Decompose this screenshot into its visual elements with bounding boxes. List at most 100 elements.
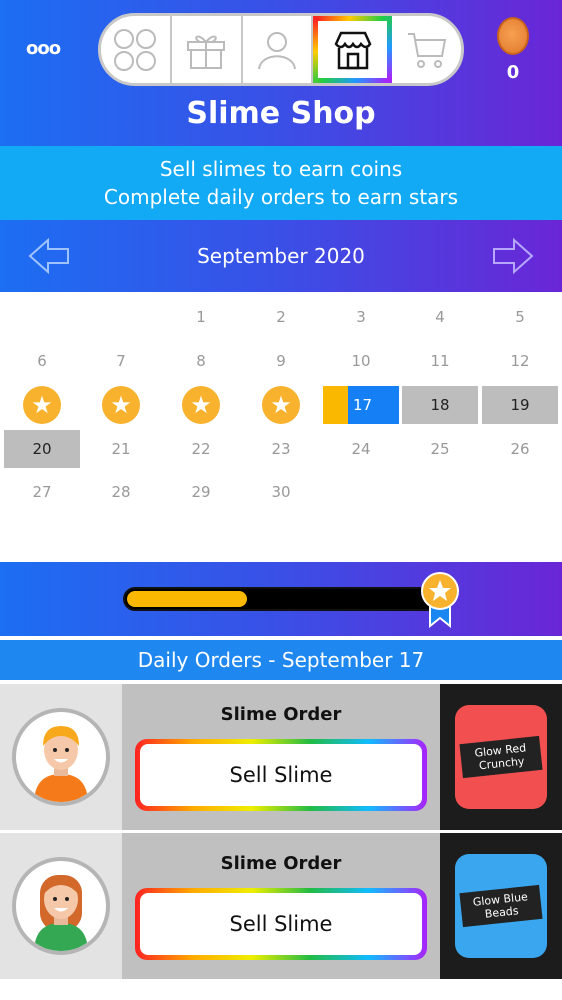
product-cell: Glow Blue Beads [440, 833, 562, 979]
calendar-day[interactable]: 6 [4, 342, 80, 380]
day-number: 5 [515, 308, 525, 326]
calendar-day[interactable]: 21 [83, 430, 159, 468]
month-bar: September 2020 [0, 220, 562, 292]
order-row: Slime Order Sell Slime Glow Blue Beads [0, 833, 562, 979]
calendar-day[interactable]: 9 [243, 342, 319, 380]
day-number: 24 [351, 440, 371, 458]
next-month-arrow-icon[interactable] [492, 238, 534, 274]
calendar-day[interactable]: 10 [323, 342, 399, 380]
calendar-day[interactable]: 18 [402, 386, 478, 424]
calendar-day[interactable]: 27 [4, 473, 80, 511]
sell-slime-label: Sell Slime [140, 893, 422, 955]
day-number: 11 [430, 352, 450, 370]
header: ooo 0 Slime Shop [0, 0, 562, 146]
calendar-day[interactable]: ★ [4, 386, 80, 424]
day-number: 21 [111, 440, 131, 458]
customer-cell [0, 684, 122, 830]
day-number: 7 [116, 352, 126, 370]
star-icon: ★ [182, 386, 220, 424]
coin-icon [497, 17, 529, 55]
calendar-day[interactable]: 8 [163, 342, 239, 380]
subtitle-banner: Sell slimes to earn coins Complete daily… [0, 146, 562, 220]
coin-count: 0 [506, 62, 520, 83]
subtitle-line: Sell slimes to earn coins [159, 157, 403, 181]
product-cell: Glow Red Crunchy [440, 684, 562, 830]
product-name: Glow Blue Beads [459, 884, 543, 928]
progress-bar [123, 587, 443, 611]
day-number: 3 [356, 308, 366, 326]
calendar-day[interactable]: 5 [482, 298, 558, 336]
day-number: 20 [32, 440, 52, 458]
subtitle-line: Complete daily orders to earn stars [103, 185, 459, 209]
calendar-day[interactable]: 2 [243, 298, 319, 336]
calendar-day[interactable]: 30 [243, 473, 319, 511]
calendar-day[interactable]: 11 [402, 342, 478, 380]
day-number: 18 [430, 396, 450, 414]
boy-avatar [12, 708, 110, 806]
page-title: Slime Shop [186, 96, 376, 131]
calendar-day[interactable]: 1 [163, 298, 239, 336]
slime-jar-image: Glow Red Crunchy [455, 705, 547, 809]
day-number: 26 [510, 440, 530, 458]
order-title: Slime Order [220, 853, 342, 874]
day-number: 2 [276, 308, 286, 326]
day-number: 8 [196, 352, 206, 370]
girl-avatar [12, 857, 110, 955]
order-title: Slime Order [220, 704, 342, 725]
day-number: 1 [196, 308, 206, 326]
day-number: 25 [430, 440, 450, 458]
calendar-day[interactable]: 4 [402, 298, 478, 336]
gift-icon [187, 35, 226, 69]
nav-shop[interactable] [313, 16, 393, 83]
day-number: 17 [353, 396, 373, 414]
calendar-day[interactable]: 24 [323, 430, 399, 468]
calendar-day[interactable]: 22 [163, 430, 239, 468]
day-number: 10 [351, 352, 371, 370]
day-number: 23 [271, 440, 291, 458]
shop-icon [334, 31, 372, 69]
calendar-day[interactable]: ★ [243, 386, 319, 424]
calendar-day[interactable]: 26 [482, 430, 558, 468]
calendar-day[interactable]: 29 [163, 473, 239, 511]
order-cell: Slime Order Sell Slime [122, 684, 440, 830]
calendar-day[interactable]: 3 [323, 298, 399, 336]
day-number: 4 [435, 308, 445, 326]
sell-slime-label: Sell Slime [140, 744, 422, 806]
calendar-day[interactable]: ★ [163, 386, 239, 424]
user-icon [257, 31, 296, 69]
calendar-day[interactable]: 23 [243, 430, 319, 468]
nav-bar [98, 13, 464, 86]
ellipsis-icon[interactable]: ooo [26, 38, 61, 59]
prev-month-arrow-icon[interactable] [28, 238, 70, 274]
sell-slime-button[interactable]: Sell Slime [135, 739, 427, 811]
day-number: 29 [191, 483, 211, 501]
product-name: Glow Red Crunchy [459, 735, 543, 779]
calendar-day[interactable]: 28 [83, 473, 159, 511]
calendar-day[interactable]: 25 [402, 430, 478, 468]
cart-icon [407, 32, 446, 68]
star-icon: ★ [262, 386, 300, 424]
day-number: 30 [271, 483, 291, 501]
apps-grid-icon [114, 28, 157, 71]
calendar-day[interactable]: 20 [4, 430, 80, 468]
sell-slime-button[interactable]: Sell Slime [135, 888, 427, 960]
calendar-day[interactable]: 12 [482, 342, 558, 380]
calendar-day[interactable]: 19 [482, 386, 558, 424]
day-number: 12 [510, 352, 530, 370]
month-label: September 2020 [197, 244, 365, 268]
day-number: 19 [510, 396, 530, 414]
nav-gift[interactable] [172, 16, 243, 83]
day-number: 27 [32, 483, 52, 501]
slime-jar-image: Glow Blue Beads [455, 854, 547, 958]
calendar-day[interactable]: ★ [83, 386, 159, 424]
customer-cell [0, 833, 122, 979]
calendar-day[interactable]: 7 [83, 342, 159, 380]
star-medal-icon [421, 572, 459, 628]
daily-orders-heading: Daily Orders - September 17 [0, 640, 562, 680]
nav-profile[interactable] [243, 16, 314, 83]
progress-section [0, 562, 562, 636]
order-row: Slime Order Sell Slime Glow Red Crunchy [0, 684, 562, 830]
nav-cart[interactable] [392, 16, 461, 83]
nav-apps[interactable] [101, 16, 172, 83]
calendar-day[interactable]: 17 [323, 386, 399, 424]
